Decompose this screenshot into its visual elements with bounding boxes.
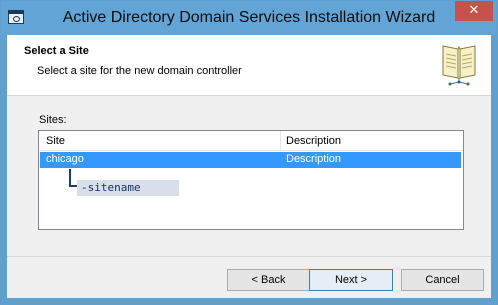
title-bar[interactable]: Active Directory Domain Services Install…: [1, 1, 497, 35]
wizard-body: Select a Site Select a site for the new …: [7, 35, 491, 298]
table-row[interactable]: chicago Description: [40, 152, 461, 168]
wizard-header: Select a Site Select a site for the new …: [7, 35, 491, 96]
column-divider[interactable]: [280, 131, 281, 150]
page-title: Select a Site: [24, 45, 89, 57]
close-button[interactable]: ✕: [455, 1, 493, 21]
next-button[interactable]: Next >: [309, 269, 393, 291]
wizard-window: Active Directory Domain Services Install…: [0, 0, 498, 305]
parameter-callout: -sitename: [77, 180, 179, 196]
back-button[interactable]: < Back: [227, 269, 310, 291]
book-icon: [442, 45, 476, 86]
footer-divider: [7, 256, 491, 257]
window-title: Active Directory Domain Services Install…: [62, 9, 436, 26]
list-header: Site Description: [39, 131, 463, 151]
close-icon: ✕: [468, 3, 480, 18]
page-subtitle: Select a site for the new domain control…: [37, 65, 242, 77]
column-header-site[interactable]: Site: [46, 135, 65, 147]
sites-label: Sites:: [39, 114, 67, 126]
column-header-description[interactable]: Description: [286, 135, 341, 147]
cancel-button[interactable]: Cancel: [401, 269, 484, 291]
site-description-cell: Description: [286, 153, 342, 165]
site-name-cell: chicago: [46, 153, 84, 165]
sites-list[interactable]: Site Description chicago Description -si…: [38, 130, 464, 230]
